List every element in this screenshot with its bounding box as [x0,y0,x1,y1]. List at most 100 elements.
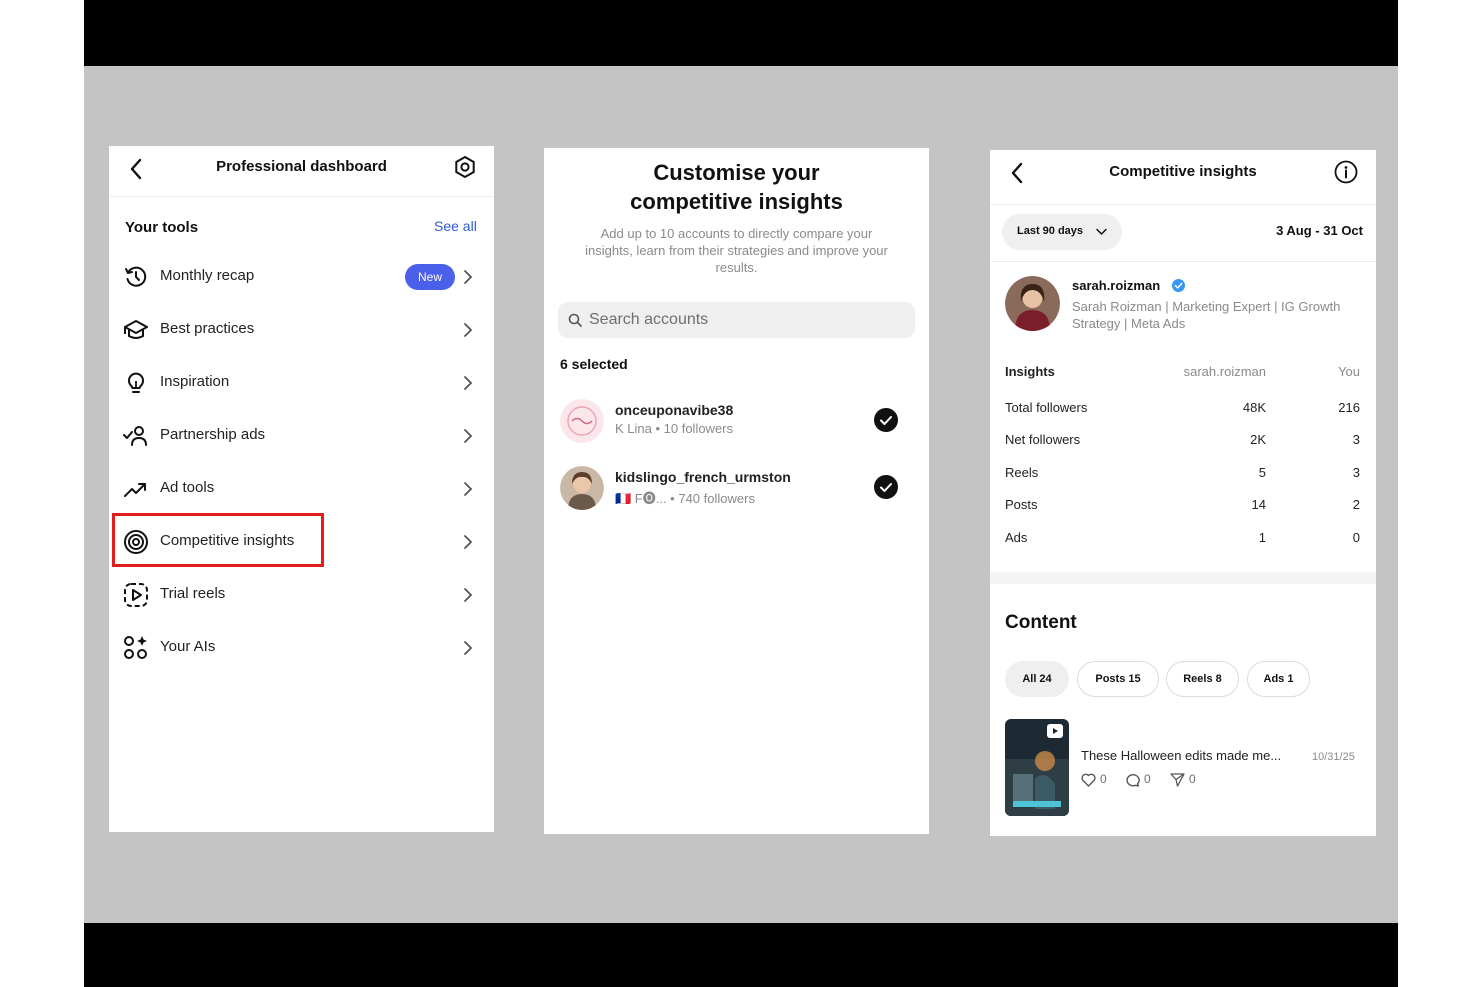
search-placeholder: Search accounts [589,311,709,328]
tool-item-label: Partnership ads [160,426,266,443]
customise-insights-screen: Customise your competitive insights Add … [544,148,929,834]
heart-icon [1081,773,1096,787]
dashboard-header: Professional dashboard [109,146,494,197]
page-title: Professional dashboard [216,158,387,175]
account-subtitle: K Lina • 10 followers [615,421,734,436]
history-icon [123,264,149,290]
tool-item-label: Trial reels [160,585,226,602]
reel-play-icon [123,582,149,608]
table-header-insights: Insights [1005,364,1055,379]
table-cell-competitor: 1 [1258,530,1266,545]
comments-count: 0 [1144,772,1151,786]
table-cell-competitor: 5 [1258,465,1266,480]
tool-item-partnership-ads[interactable]: Partnership ads [109,409,494,462]
shares-count: 0 [1189,772,1196,786]
account-subtitle: 🇫🇷 F🅞... • 740 followers [615,491,755,506]
avatar [560,466,604,510]
tool-item-best-practices[interactable]: Best practices [109,303,494,356]
date-range-dropdown[interactable]: Last 90 days [1002,214,1122,250]
settings-icon[interactable] [453,155,477,179]
tool-item-trial-reels[interactable]: Trial reels [109,568,494,621]
post-title[interactable]: These Halloween edits made me... [1081,748,1281,763]
tool-item-label: Inspiration [160,373,230,390]
table-row-label: Net followers [1005,432,1081,447]
send-icon [1170,773,1185,787]
title-line-1: Customise your [653,160,820,185]
highlight-box [112,513,324,567]
table-cell-competitor: 14 [1251,497,1266,512]
profile-bio: Sarah Roizman | Marketing Expert | IG Gr… [1072,299,1341,331]
chevron-right-icon [463,269,473,285]
page-title: Competitive insights [1109,163,1257,180]
account-username: onceuponavibe38 [615,402,734,418]
selected-count: 6 selected [560,356,628,372]
search-accounts-field[interactable]: Search accounts [558,302,915,338]
table-cell-competitor: 48K [1242,400,1266,415]
checked-circle-icon[interactable] [874,408,898,432]
table-header-you: You [1338,364,1360,379]
filter-chip-reels[interactable]: Reels 8 [1166,661,1239,697]
date-range-text: 3 Aug - 31 Oct [1276,223,1363,238]
tool-item-label: Your AIs [160,638,216,655]
table-cell-you: 3 [1352,432,1360,447]
search-icon [568,313,582,327]
avatar [560,399,604,443]
see-all-link[interactable]: See all [434,218,477,234]
screenshot-stage: Professional dashboard Your tools See al… [84,0,1398,987]
tool-item-label: Ad tools [160,479,215,496]
table-cell-you: 2 [1352,497,1360,512]
lightbulb-icon [123,370,149,396]
verified-badge-icon [1172,279,1185,292]
account-username: kidslingo_french_urmston [615,469,791,485]
chevron-down-icon [1096,228,1107,236]
account-row[interactable]: kidslingo_french_urmston 🇫🇷 F🅞... • 740 … [544,461,929,521]
range-label: Last 90 days [1017,225,1084,237]
comment-icon [1125,773,1140,787]
customise-description: Add up to 10 accounts to directly compar… [585,226,888,275]
insights-header: Competitive insights [990,150,1376,205]
tool-item-monthly-recap[interactable]: Monthly recap New [109,250,494,303]
letterbox-bottom [84,923,1398,987]
chevron-right-icon [463,587,473,603]
table-cell-you: 3 [1352,465,1360,480]
chevron-right-icon [463,640,473,656]
filter-chip-posts[interactable]: Posts 15 [1077,661,1159,697]
tool-item-ad-tools[interactable]: Ad tools [109,462,494,515]
tool-item-your-ais[interactable]: Your AIs [109,621,494,674]
table-cell-you: 0 [1352,530,1360,545]
profile-username-row[interactable]: sarah.roizman [1072,278,1185,293]
section-divider [990,572,1376,584]
competitive-insights-screen: Competitive insights Last 90 days 3 Aug … [990,150,1376,836]
customise-title: Customise your competitive insights [544,158,929,216]
post-thumbnail[interactable] [1005,719,1069,816]
table-row-label: Reels [1005,465,1039,480]
tool-item-inspiration[interactable]: Inspiration [109,356,494,409]
table-row-label: Ads [1005,530,1028,545]
table-row-label: Total followers [1005,400,1088,415]
ai-grid-icon [123,635,149,661]
filter-chip-all[interactable]: All 24 [1005,661,1069,697]
chevron-right-icon [463,322,473,338]
table-header-competitor: sarah.roizman [1183,364,1266,379]
your-tools-heading: Your tools [125,219,199,236]
table-cell-competitor: 2K [1250,432,1266,447]
post-date: 10/31/25 [1312,751,1355,763]
profile-username: sarah.roizman [1072,278,1161,293]
chevron-right-icon [463,481,473,497]
partnership-icon [123,423,149,449]
content-heading: Content [1005,612,1077,633]
filter-chip-ads[interactable]: Ads 1 [1247,661,1310,697]
chevron-right-icon [463,428,473,444]
likes-count: 0 [1100,772,1107,786]
checked-circle-icon[interactable] [874,475,898,499]
title-line-2: competitive insights [630,189,843,214]
avatar[interactable] [1005,276,1060,331]
new-badge: New [405,264,455,290]
trend-up-icon [123,476,149,502]
table-row-label: Posts [1005,497,1038,512]
tool-item-label: Best practices [160,320,255,337]
tool-item-label: Monthly recap [160,267,255,284]
info-icon[interactable] [1334,160,1358,184]
divider [990,261,1376,262]
account-row[interactable]: onceuponavibe38 K Lina • 10 followers [544,394,929,454]
